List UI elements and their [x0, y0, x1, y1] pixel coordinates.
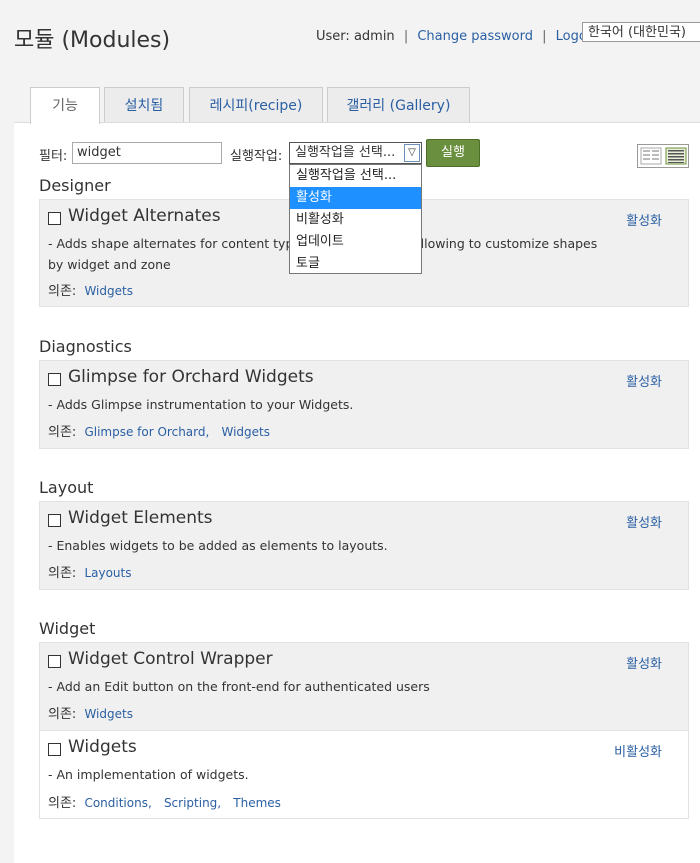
module-action-link[interactable]: 비활성화 — [614, 741, 662, 760]
module-name: Widget Control Wrapper — [68, 649, 273, 669]
dependency-link[interactable]: Scripting, — [164, 796, 221, 810]
module-action-link[interactable]: 활성화 — [626, 512, 662, 531]
separator: | — [403, 29, 409, 44]
dependencies-label: 의존: — [48, 284, 77, 299]
module-action-link[interactable]: 활성화 — [626, 653, 662, 672]
category-heading: Widget — [39, 619, 96, 638]
module-card: Widget Control Wrapper - Add an Edit but… — [39, 642, 689, 731]
dependency-link[interactable]: Widgets — [84, 707, 133, 721]
tab-installed[interactable]: 설치됨 — [104, 87, 184, 123]
module-name: Widget Elements — [68, 508, 213, 528]
filter-label: 필터: — [39, 149, 68, 164]
dependencies-label: 의존: — [48, 796, 77, 811]
module-name: Glimpse for Orchard Widgets — [68, 367, 314, 387]
module-checkbox[interactable] — [48, 743, 61, 756]
dependencies: 의존: Layouts — [48, 562, 132, 581]
grid-view-icon[interactable] — [640, 147, 662, 165]
dropdown-option[interactable]: 실행작업을 선택... — [290, 165, 421, 187]
dependencies-label: 의존: — [48, 707, 77, 722]
dependency-link[interactable]: Widgets — [84, 284, 133, 298]
tab-recipes[interactable]: 레시피(recipe) — [189, 87, 323, 123]
filter-input[interactable]: widget — [72, 142, 222, 164]
user-name: admin — [353, 29, 395, 44]
module-action-link[interactable]: 활성화 — [626, 371, 662, 390]
module-description: - Enables widgets to be added as element… — [48, 538, 388, 553]
category-heading: Diagnostics — [39, 337, 132, 356]
module-checkbox[interactable] — [48, 373, 61, 386]
user-label: User: — [316, 29, 350, 44]
module-description: - Add an Edit button on the front-end fo… — [48, 679, 430, 694]
user-bar: User: admin | Change password | Logout — [316, 29, 600, 44]
category-heading: Layout — [39, 478, 94, 497]
module-name: Widget Alternates — [68, 206, 221, 226]
module-checkbox[interactable] — [48, 655, 61, 668]
tab-gallery[interactable]: 갤러리 (Gallery) — [327, 87, 470, 123]
chevron-down-icon[interactable]: ▽ — [404, 144, 420, 162]
dependency-link[interactable]: Themes — [233, 796, 281, 810]
dependencies-label: 의존: — [48, 566, 77, 581]
view-toggle[interactable] — [637, 144, 689, 168]
module-card: Glimpse for Orchard Widgets - Adds Glimp… — [39, 360, 689, 449]
module-checkbox[interactable] — [48, 212, 61, 225]
dependency-link[interactable]: Widgets — [221, 425, 270, 439]
action-select-value: 실행작업을 선택... — [295, 145, 396, 160]
action-label: 실행작업: — [230, 149, 283, 164]
dependencies: 의존: Conditions, Scripting, Themes — [48, 792, 281, 811]
dependency-link[interactable]: Glimpse for Orchard, — [84, 425, 209, 439]
change-password-link[interactable]: Change password — [417, 29, 533, 44]
module-description-text: ts, allowing to customize shapes — [393, 236, 598, 251]
dependency-link[interactable]: Layouts — [84, 566, 131, 580]
action-dropdown-list[interactable]: 실행작업을 선택... 활성화 비활성화 업데이트 토글 — [289, 164, 422, 274]
run-button[interactable]: 실행 — [426, 139, 480, 167]
dropdown-option[interactable]: 비활성화 — [290, 209, 421, 231]
action-select[interactable]: 실행작업을 선택... ▽ — [289, 142, 422, 164]
category-heading: Designer — [39, 176, 111, 195]
dependencies-label: 의존: — [48, 425, 77, 440]
module-description: - An implementation of widgets. — [48, 767, 249, 782]
language-select[interactable]: 한국어 (대한민국) — [582, 22, 700, 42]
module-description-text: - Adds shape alternates for content type… — [48, 236, 308, 251]
list-view-icon[interactable] — [665, 147, 687, 165]
dependency-link[interactable]: Conditions, — [84, 796, 151, 810]
module-description: - Adds Glimpse instrumentation to your W… — [48, 397, 354, 412]
dependencies: 의존: Glimpse for Orchard, Widgets — [48, 421, 270, 440]
dropdown-option-highlighted[interactable]: 활성화 — [290, 187, 421, 209]
separator: | — [542, 29, 547, 44]
module-name: Widgets — [68, 737, 137, 757]
module-card: Widgets - An implementation of widgets. … — [39, 730, 689, 819]
module-description-text: by widget and zone — [48, 257, 171, 272]
module-card: Widget Elements - Enables widgets to be … — [39, 501, 689, 590]
module-action-link[interactable]: 활성화 — [626, 210, 662, 229]
dependencies: 의존: Widgets — [48, 280, 133, 299]
dropdown-option[interactable]: 토글 — [290, 253, 421, 275]
tab-features[interactable]: 기능 — [30, 87, 100, 124]
module-checkbox[interactable] — [48, 514, 61, 527]
dropdown-option[interactable]: 업데이트 — [290, 231, 421, 253]
page-title: 모듈 (Modules) — [14, 28, 171, 53]
dependencies: 의존: Widgets — [48, 703, 133, 722]
